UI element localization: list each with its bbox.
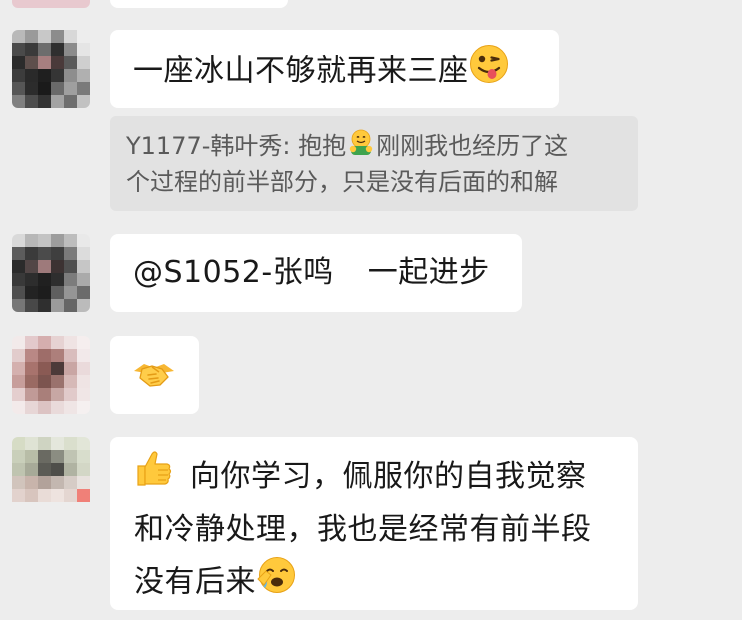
previous-avatar-edge <box>12 0 90 8</box>
quote-sender: Y1177-韩叶秀 <box>126 132 283 160</box>
handshake-icon <box>132 355 176 411</box>
previous-bubble-edge <box>110 0 288 8</box>
message-text: 向你学习，佩服你的自我觉察 <box>190 458 587 494</box>
message-text: 一起进步 <box>367 255 490 290</box>
quote-line-2: 个过程的前半部分，只是没有后面的和解 <box>126 168 558 196</box>
avatar[interactable] <box>12 30 90 108</box>
hugging-face-icon <box>346 128 376 166</box>
quote-text-start: 抱抱 <box>298 132 347 160</box>
avatar[interactable] <box>12 437 90 515</box>
winking-face-with-tongue-icon <box>469 44 509 100</box>
thumbs-up-icon <box>134 449 174 505</box>
message-line-1: 向你学习，佩服你的自我觉察 <box>134 449 638 505</box>
message-line-3: 没有后来 <box>134 555 638 611</box>
mention-link[interactable]: @S1052-张鸣 <box>133 255 334 290</box>
message-bubble[interactable]: @S1052-张鸣 一起进步 <box>110 234 522 312</box>
message-bubble[interactable] <box>110 336 199 414</box>
avatar[interactable] <box>12 234 90 312</box>
avatar[interactable] <box>12 336 90 414</box>
message-text: 一座冰山不够就再来三座 <box>133 53 469 89</box>
quote-separator: : <box>282 132 291 160</box>
message-line-2: 和冷静处理，我也是经常有前半段 <box>134 512 592 547</box>
message-bubble[interactable]: 向你学习，佩服你的自我觉察 和冷静处理，我也是经常有前半段 没有后来 <box>110 437 638 610</box>
face-holding-back-tears-icon <box>256 555 296 611</box>
quote-text-end: 刚刚我也经历了这 <box>376 132 569 160</box>
message-text-end: 没有后来 <box>134 564 256 600</box>
quote-line-1: Y1177-韩叶秀: 抱抱 刚刚我也经历了这 <box>126 128 624 166</box>
quoted-message[interactable]: Y1177-韩叶秀: 抱抱 刚刚我也经历了这 个过程的前半部分，只是没有后面的和… <box>110 116 638 211</box>
message-bubble[interactable]: 一座冰山不够就再来三座 <box>110 30 559 108</box>
